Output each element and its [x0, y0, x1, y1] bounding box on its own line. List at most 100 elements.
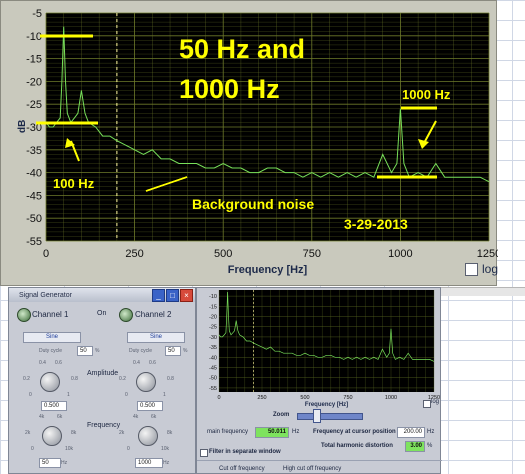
maximize-icon[interactable]: □ [166, 289, 179, 302]
annotation-100hz: 100 Hz [53, 176, 95, 191]
signal-generator-window: Signal Generator _ □ × Channel 1 On Chan… [8, 287, 196, 474]
small-x-axis-label: Frequency [Hz] [305, 402, 348, 408]
duty1-unit: % [95, 348, 100, 354]
amp1-tick-04: 0.4 [39, 360, 46, 366]
x-tick-label: 0 [43, 248, 49, 260]
freq1-tick-8k: 8k [71, 430, 77, 436]
main-frequency-label: main frequency [207, 429, 249, 435]
y-tick-label: -40 [26, 168, 42, 180]
x-tick-label: 1000 [388, 248, 412, 260]
zoom-slider[interactable] [297, 413, 363, 420]
filter-checkbox[interactable] [200, 449, 208, 457]
x-tick-label: 750 [303, 248, 321, 260]
y-tick-label: -55 [26, 236, 42, 248]
small-plot-area [219, 290, 434, 392]
small-log-label: log [431, 399, 440, 405]
thd-label: Total harmonic distortion [321, 443, 393, 449]
freq2-tick-8k: 8k [167, 430, 173, 436]
main-frequency-unit: Hz [292, 429, 300, 435]
thd-unit: % [427, 443, 433, 449]
amplitude1-input[interactable]: 0.500 [41, 401, 67, 411]
horizontal-scrollbar[interactable] [441, 287, 525, 296]
log-checkbox-box[interactable] [465, 262, 478, 276]
small-log-checkbox[interactable] [423, 400, 431, 408]
frequency1-input[interactable]: 50 [39, 458, 61, 468]
small-x-tick-label: 0 [217, 395, 220, 401]
amp2-tick-1: 1 [163, 392, 166, 398]
frequency2-input[interactable]: 1000 [135, 458, 163, 468]
amplitude-label: Amplitude [87, 370, 119, 377]
log-label: log [482, 262, 499, 276]
small-x-tick-label: 500 [300, 395, 309, 401]
cursor-frequency-unit: Hz [427, 429, 435, 435]
small-y-tick-label: -15 [209, 304, 217, 310]
channel1-led[interactable] [17, 308, 31, 322]
small-y-tick-label: -10 [209, 294, 217, 300]
amplitude2-input[interactable]: 0.500 [137, 401, 163, 411]
main-spectrum-panel: -5 -10 -15 -20 -25 -30 -35 -40 -45 -50 -55 0 250 500 7… [0, 0, 498, 286]
duty2-input[interactable]: 50 [165, 346, 181, 356]
y-tick-label: -25 [26, 99, 42, 111]
freq1-tick-0: 0 [31, 446, 34, 452]
small-y-tick-label: -50 [209, 376, 217, 382]
channel2-led[interactable] [119, 308, 133, 322]
freq1-tick-10k: 10k [65, 446, 74, 452]
channel2-label: Channel 2 [135, 310, 172, 319]
freq2-tick-2k: 2k [119, 430, 125, 436]
window-title: Signal Generator [19, 291, 72, 299]
annotation-1000hz: 1000 Hz [402, 87, 451, 102]
y-tick-label: -50 [26, 213, 42, 225]
frequency1-knob[interactable] [42, 426, 62, 446]
zoom-label: Zoom [273, 412, 290, 418]
freq1-unit: Hz [61, 460, 68, 466]
amp1-tick-1: 1 [67, 392, 70, 398]
frequency2-knob[interactable] [138, 426, 158, 446]
frequency-label: Frequency [87, 422, 121, 429]
signal-generator-titlebar[interactable]: Signal Generator _ □ × [9, 288, 195, 302]
channel1-label: Channel 1 [32, 310, 69, 319]
small-x-tick-label: 1000 [385, 395, 397, 401]
high-cutoff-frequency-label: High cut off frequency [283, 466, 342, 472]
amplitude1-knob[interactable] [40, 372, 60, 392]
amp2-tick-04: 0.4 [133, 360, 140, 366]
amp2-tick-0: 0 [125, 392, 128, 398]
y-tick-label: -20 [26, 76, 42, 88]
annotation-title-line1: 50 Hz and [179, 34, 305, 64]
close-icon[interactable]: × [180, 289, 193, 302]
y-tick-label: -45 [26, 190, 42, 202]
x-axis-label: Frequency [Hz] [228, 264, 308, 276]
y-tick-label: -10 [26, 31, 42, 43]
amplitude2-knob[interactable] [136, 372, 156, 392]
x-tick-label: 500 [214, 248, 232, 260]
cursor-frequency-value: 200.00 [397, 427, 425, 438]
minimize-icon[interactable]: _ [152, 289, 165, 302]
small-y-tick-label: -45 [209, 366, 217, 372]
amp2-tick-08: 0.8 [167, 376, 174, 382]
freq2-tick-4k: 4k [133, 414, 139, 420]
small-y-tick-label: -30 [209, 335, 217, 341]
small-x-tick-label: 250 [257, 395, 266, 401]
spectrum-front-panel: -10 -15 -20 -25 -30 -35 -40 -45 -50 -55 0 250 500 750… [196, 287, 442, 474]
duty2-unit: % [183, 348, 188, 354]
small-x-tick-label: 750 [343, 395, 352, 401]
annotation-title-line2: 1000 Hz [179, 74, 280, 104]
waveform2-select[interactable]: Sine [127, 332, 185, 343]
on-label: On [97, 310, 107, 317]
freq1-tick-2k: 2k [25, 430, 31, 436]
freq2-tick-10k: 10k [161, 446, 170, 452]
main-spectrum-chart: -5-10-15-20-25-30-35-40-45-50-550 250 500 7… [17, 8, 498, 276]
log-checkbox[interactable]: log [465, 262, 498, 276]
small-spectrum-chart: -10 -15 -20 -25 -30 -35 -40 -45 -50 -550 250 500 750… [209, 290, 440, 408]
thd-value: 3.00 [405, 441, 425, 452]
duty1-input[interactable]: 50 [77, 346, 93, 356]
annotation-date: 3-29-2013 [344, 216, 408, 232]
amp2-tick-02: 0.2 [119, 376, 126, 382]
small-y-tick-label: -25 [209, 325, 217, 331]
main-frequency-value: 50.011 [255, 427, 289, 438]
amp1-tick-02: 0.2 [23, 376, 30, 382]
freq1-tick-4k: 4k [39, 414, 45, 420]
small-y-tick-label: -35 [209, 345, 217, 351]
waveform1-select[interactable]: Sine [23, 332, 81, 343]
zoom-slider-thumb[interactable] [313, 409, 321, 423]
annotation-background-noise: Background noise [192, 196, 314, 212]
